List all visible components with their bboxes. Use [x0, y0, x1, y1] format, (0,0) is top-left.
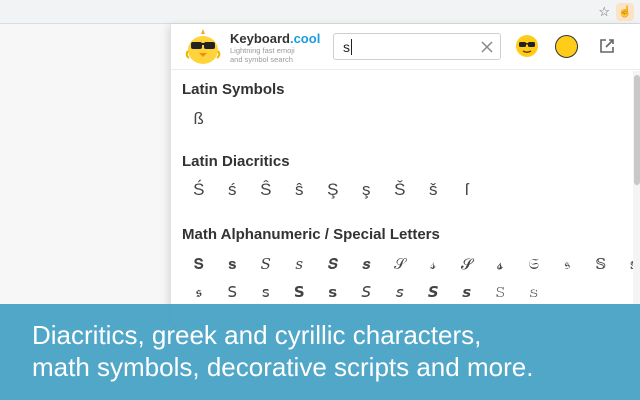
skin-tone-icon[interactable]: [555, 35, 578, 58]
glyph-row-latin-diacritics: Ś ś Ŝ ŝ Ş ş Š š ſ: [182, 179, 484, 201]
glyph-item[interactable]: 𝗌: [249, 281, 283, 303]
chick-logo-icon: [185, 29, 221, 64]
glyph-item[interactable]: 𝑠: [283, 253, 317, 275]
glyph-item[interactable]: Ś: [182, 179, 216, 201]
extension-icon[interactable]: ☝: [616, 3, 634, 21]
glyph-item[interactable]: 𝙨: [450, 281, 484, 303]
search-value[interactable]: s: [343, 38, 350, 56]
glyph-item[interactable]: 𝐬: [216, 253, 250, 275]
glyph-item[interactable]: 𝘚: [350, 281, 384, 303]
glyph-item[interactable]: 𝓈: [417, 253, 451, 275]
brand-main: Keyboard: [230, 31, 290, 46]
text-caret: [351, 39, 352, 55]
glyph-item[interactable]: 𝑆: [249, 253, 283, 275]
glyph-item[interactable]: Ş: [316, 179, 350, 201]
glyph-item[interactable]: 𝖲: [216, 281, 250, 303]
popup-header: Keyboard.cool Lightning fast emoji and s…: [171, 24, 640, 70]
caption-line-2: math symbols, decorative scripts and mor…: [32, 352, 534, 382]
glyph-item[interactable]: š: [417, 179, 451, 201]
glyph-item[interactable]: 𝔖: [517, 253, 551, 275]
browser-toolbar: ☆ ☝: [0, 0, 640, 24]
glyph-item[interactable]: 𝓢: [450, 253, 484, 275]
glyph-row-latin-symbols: ß: [182, 108, 216, 130]
brand-tagline-1: Lightning fast emoji: [230, 46, 295, 55]
brand-tagline-2: and symbol search: [230, 55, 293, 64]
glyph-item[interactable]: 𝓼: [484, 253, 518, 275]
glyph-item[interactable]: Ŝ: [249, 179, 283, 201]
page-background: [0, 24, 170, 304]
glyph-item[interactable]: 𝑺: [316, 253, 350, 275]
glyph-item[interactable]: 𝘴: [383, 281, 417, 303]
glyph-item[interactable]: ſ: [450, 179, 484, 201]
glyph-item[interactable]: 𝚂: [484, 281, 518, 303]
section-title-latin-diacritics: Latin Diacritics: [182, 153, 290, 170]
glyph-row-math-1: 𝐒 𝐬 𝑆 𝑠 𝑺 𝒔 𝒮 𝓈 𝓢 𝓼 𝔖 𝔰 𝕊 𝕤: [182, 253, 633, 275]
glyph-item[interactable]: 𝗦: [283, 281, 317, 303]
brand-suffix: .cool: [289, 31, 321, 46]
glyph-item[interactable]: 𝕊: [584, 253, 618, 275]
star-icon[interactable]: ☆: [598, 3, 610, 21]
caption-overlay: Diacritics, greek and cyrillic character…: [0, 304, 640, 400]
extension-popup: Keyboard.cool Lightning fast emoji and s…: [170, 24, 640, 324]
scrollbar[interactable]: [633, 71, 640, 324]
scrollbar-thumb[interactable]: [634, 75, 640, 185]
glyph-item[interactable]: 𝐒: [182, 253, 216, 275]
glyph-item[interactable]: 𝘀: [316, 281, 350, 303]
glyph-item[interactable]: ş: [350, 179, 384, 201]
glyph-item[interactable]: ŝ: [283, 179, 317, 201]
glyph-item[interactable]: ś: [216, 179, 250, 201]
section-title-math-letters: Math Alphanumeric / Special Letters: [182, 226, 440, 243]
glyph-row-math-2: 𝖘 𝖲 𝗌 𝗦 𝘀 𝘚 𝘴 𝙎 𝙨 𝚂 𝚜: [182, 281, 551, 303]
glyph-item[interactable]: ß: [182, 108, 216, 130]
popout-icon[interactable]: [598, 37, 616, 55]
glyph-item[interactable]: 𝖘: [182, 281, 216, 303]
caption-line-1: Diacritics, greek and cyrillic character…: [32, 320, 482, 350]
brand-name: Keyboard.cool: [230, 31, 330, 46]
search-input[interactable]: s: [333, 33, 501, 60]
section-title-latin-symbols: Latin Symbols: [182, 81, 285, 98]
glyph-item[interactable]: 𝔰: [551, 253, 585, 275]
glyph-item[interactable]: 𝚜: [517, 281, 551, 303]
glyph-item[interactable]: Š: [383, 179, 417, 201]
results-list: Latin Symbols ß Latin Diacritics Ś ś Ŝ ŝ…: [171, 71, 633, 324]
close-icon[interactable]: [479, 39, 495, 55]
brand: Keyboard.cool Lightning fast emoji and s…: [230, 31, 330, 64]
sunglasses-face-icon[interactable]: [515, 34, 539, 58]
glyph-item[interactable]: 𝒮: [383, 253, 417, 275]
glyph-item[interactable]: 𝒔: [350, 253, 384, 275]
glyph-item[interactable]: 𝙎: [417, 281, 451, 303]
glyph-item[interactable]: 𝕤: [618, 253, 633, 275]
